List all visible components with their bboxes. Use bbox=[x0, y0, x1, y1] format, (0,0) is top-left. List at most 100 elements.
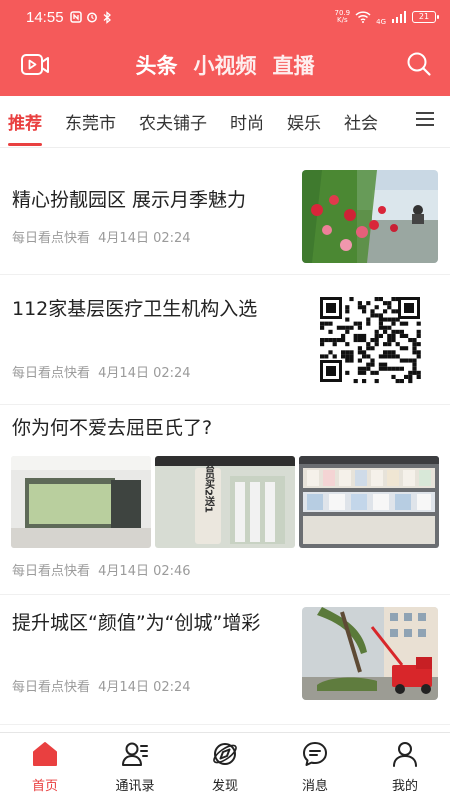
nav-profile-label: 我的 bbox=[391, 779, 418, 794]
qr-module bbox=[328, 338, 333, 343]
article-time: 4月14日 02:24 bbox=[98, 680, 191, 695]
qr-module bbox=[399, 346, 404, 351]
nfc-icon bbox=[69, 11, 82, 23]
qr-module bbox=[395, 354, 400, 359]
signal-label: 4G bbox=[376, 17, 386, 26]
article-thumbnail-qrcode[interactable] bbox=[302, 293, 438, 386]
qr-module bbox=[391, 338, 396, 343]
net-speed-unit: K/s bbox=[337, 16, 348, 24]
status-bar: 14:55 70.9 K/s 4G 21 bbox=[0, 0, 450, 34]
tab-short-video[interactable]: 小视频 bbox=[194, 50, 257, 80]
nav-profile[interactable]: 我的 bbox=[360, 733, 450, 800]
qr-module bbox=[320, 342, 325, 347]
qr-module bbox=[412, 346, 417, 351]
article-item[interactable]: 你为何不爱去屈臣氏了? 会员买2送1 每日看点快看 4月14日 02:46 bbox=[0, 405, 450, 595]
channel-recommend[interactable]: 推荐 bbox=[8, 109, 42, 146]
qr-module bbox=[383, 301, 388, 306]
qr-module bbox=[391, 366, 396, 371]
qr-module bbox=[345, 354, 350, 359]
qr-module bbox=[399, 379, 404, 384]
channel-farmer-shop[interactable]: 农夫铺子 bbox=[139, 109, 207, 134]
article-time: 4月14日 02:46 bbox=[98, 564, 191, 579]
qr-module bbox=[391, 354, 396, 359]
article-title[interactable]: 你为何不爱去屈臣氏了? bbox=[12, 415, 432, 441]
article-item[interactable]: 精心扮靓园区 展示月季魅力 每日看点快看 4月14日 02:24 bbox=[0, 150, 450, 275]
qr-module bbox=[412, 370, 417, 375]
qr-module bbox=[383, 354, 388, 359]
article-item[interactable]: 112家基层医疗卫生机构入选 每日看点快看 4月14日 02:24 bbox=[0, 275, 450, 405]
qr-module bbox=[399, 333, 404, 338]
article-meta: 每日看点快看 4月14日 02:46 bbox=[12, 560, 191, 579]
article-image-store[interactable] bbox=[11, 456, 151, 548]
qr-module bbox=[387, 350, 392, 355]
alarm-icon bbox=[86, 12, 97, 23]
profile-icon bbox=[393, 742, 417, 767]
search-icon[interactable] bbox=[406, 51, 432, 77]
qr-module bbox=[345, 350, 350, 355]
qr-module bbox=[404, 321, 409, 326]
qr-module bbox=[374, 297, 379, 302]
qr-module bbox=[387, 354, 392, 359]
qr-module bbox=[324, 354, 329, 359]
qr-module bbox=[357, 370, 362, 375]
channel-dongguan[interactable]: 东莞市 bbox=[65, 109, 116, 134]
qr-module bbox=[412, 350, 417, 355]
qr-module bbox=[332, 354, 337, 359]
qr-module bbox=[374, 370, 379, 375]
channel-society[interactable]: 社会 bbox=[344, 109, 378, 134]
battery-level: 21 bbox=[418, 12, 430, 21]
nav-messages[interactable]: 消息 bbox=[270, 733, 360, 800]
channel-menu-icon[interactable] bbox=[416, 112, 434, 130]
qr-module bbox=[391, 297, 396, 302]
tab-live[interactable]: 直播 bbox=[273, 50, 315, 80]
qr-module bbox=[408, 370, 413, 375]
video-icon[interactable] bbox=[20, 51, 50, 79]
qr-module bbox=[395, 329, 400, 334]
qr-module bbox=[366, 362, 371, 367]
qr-module bbox=[374, 338, 379, 343]
channel-fashion[interactable]: 时尚 bbox=[230, 109, 264, 134]
header-tabs: 头条 小视频 直播 bbox=[136, 50, 315, 80]
qr-module bbox=[345, 358, 350, 363]
contacts-icon bbox=[122, 742, 148, 766]
qr-module bbox=[362, 350, 367, 355]
qr-module bbox=[378, 317, 383, 322]
qr-module bbox=[412, 358, 417, 363]
article-thumbnail-roses[interactable] bbox=[302, 170, 438, 263]
qr-module bbox=[345, 329, 350, 334]
article-title[interactable]: 提升城区“颜值”为“创城”增彩 bbox=[12, 610, 287, 636]
bluetooth-icon bbox=[103, 10, 111, 24]
article-image-shelves[interactable] bbox=[299, 456, 439, 548]
qr-module bbox=[395, 342, 400, 347]
qr-module bbox=[412, 362, 417, 367]
qr-module bbox=[357, 346, 362, 351]
qr-module bbox=[324, 321, 329, 326]
article-title[interactable]: 112家基层医疗卫生机构入选 bbox=[12, 296, 282, 322]
article-title[interactable]: 精心扮靓园区 展示月季魅力 bbox=[12, 187, 292, 213]
qr-module bbox=[374, 379, 379, 384]
nav-contacts[interactable]: 通讯录 bbox=[90, 733, 180, 800]
nav-discover[interactable]: 发现 bbox=[180, 733, 270, 800]
qr-module bbox=[404, 333, 409, 338]
tab-headlines[interactable]: 头条 bbox=[136, 50, 178, 80]
article-image-promo[interactable]: 会员买2送1 bbox=[155, 456, 295, 548]
channel-entertainment[interactable]: 娱乐 bbox=[287, 109, 321, 134]
qr-module bbox=[395, 379, 400, 384]
discover-icon bbox=[213, 743, 237, 765]
qr-module bbox=[416, 342, 421, 347]
qr-module bbox=[357, 301, 362, 306]
article-thumbnail-street[interactable] bbox=[302, 607, 438, 700]
qr-module bbox=[383, 309, 388, 314]
qr-module bbox=[357, 321, 362, 326]
qr-module bbox=[345, 317, 350, 322]
qr-module bbox=[357, 350, 362, 355]
article-item[interactable]: 提升城区“颜值”为“创城”增彩 每日看点快看 4月14日 02:24 bbox=[0, 595, 450, 725]
qr-module bbox=[370, 313, 375, 318]
qr-module bbox=[353, 379, 358, 384]
status-icons bbox=[69, 10, 112, 24]
qr-module bbox=[345, 305, 350, 310]
nav-home-label: 首页 bbox=[31, 779, 58, 794]
qr-module bbox=[345, 325, 350, 330]
nav-home[interactable]: 首页 bbox=[0, 733, 90, 800]
qr-module bbox=[370, 346, 375, 351]
